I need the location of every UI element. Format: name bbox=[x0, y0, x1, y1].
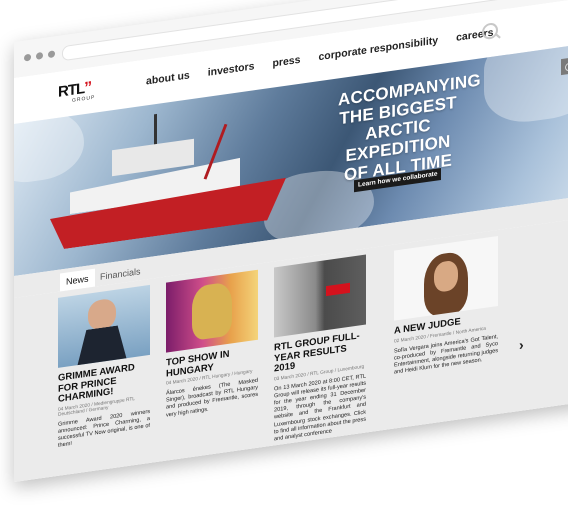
news-card-image bbox=[274, 254, 366, 338]
window-maximize-dot[interactable] bbox=[48, 50, 55, 59]
browser-window: RTL” GROUP about us investors press corp… bbox=[14, 0, 568, 482]
window-close-dot[interactable] bbox=[24, 53, 31, 62]
search-icon[interactable] bbox=[482, 21, 498, 41]
next-arrow-icon[interactable]: › bbox=[519, 336, 524, 353]
news-card-image bbox=[166, 269, 258, 353]
news-card[interactable]: A NEW JUDGE 02 March 2020 / Fremantle / … bbox=[394, 235, 498, 377]
news-card-image bbox=[394, 235, 498, 321]
portrait-suit bbox=[76, 324, 128, 368]
menu-item-corporate-responsibility[interactable]: corporate responsibility bbox=[318, 34, 438, 63]
news-card[interactable]: RTL GROUP FULL-YEAR RESULTS 2019 03 Marc… bbox=[274, 254, 366, 444]
website: RTL” GROUP about us investors press corp… bbox=[14, 0, 568, 482]
building-logo bbox=[326, 282, 350, 297]
menu-item-about-us[interactable]: about us bbox=[146, 69, 190, 87]
news-card[interactable]: GRIMME AWARD FOR PRINCE CHARMING! 04 Mar… bbox=[58, 284, 150, 450]
window-controls bbox=[24, 50, 55, 62]
news-card-image bbox=[58, 284, 150, 368]
menu-item-press[interactable]: press bbox=[272, 54, 300, 70]
menu-item-investors[interactable]: investors bbox=[208, 60, 255, 79]
share-icon[interactable] bbox=[561, 57, 568, 76]
screenshot-scene: RTL” GROUP about us investors press corp… bbox=[0, 0, 568, 515]
window-minimize-dot[interactable] bbox=[36, 51, 43, 60]
news-card[interactable]: TOP SHOW IN HUNGARY 04 March 2020 / RTL … bbox=[166, 269, 258, 420]
masked-singer-costume bbox=[192, 281, 232, 341]
rtl-group-logo[interactable]: RTL” GROUP bbox=[58, 78, 98, 106]
news-card-text: On 13 March 2020 at 8:00 CET, RTL Group … bbox=[274, 373, 366, 443]
